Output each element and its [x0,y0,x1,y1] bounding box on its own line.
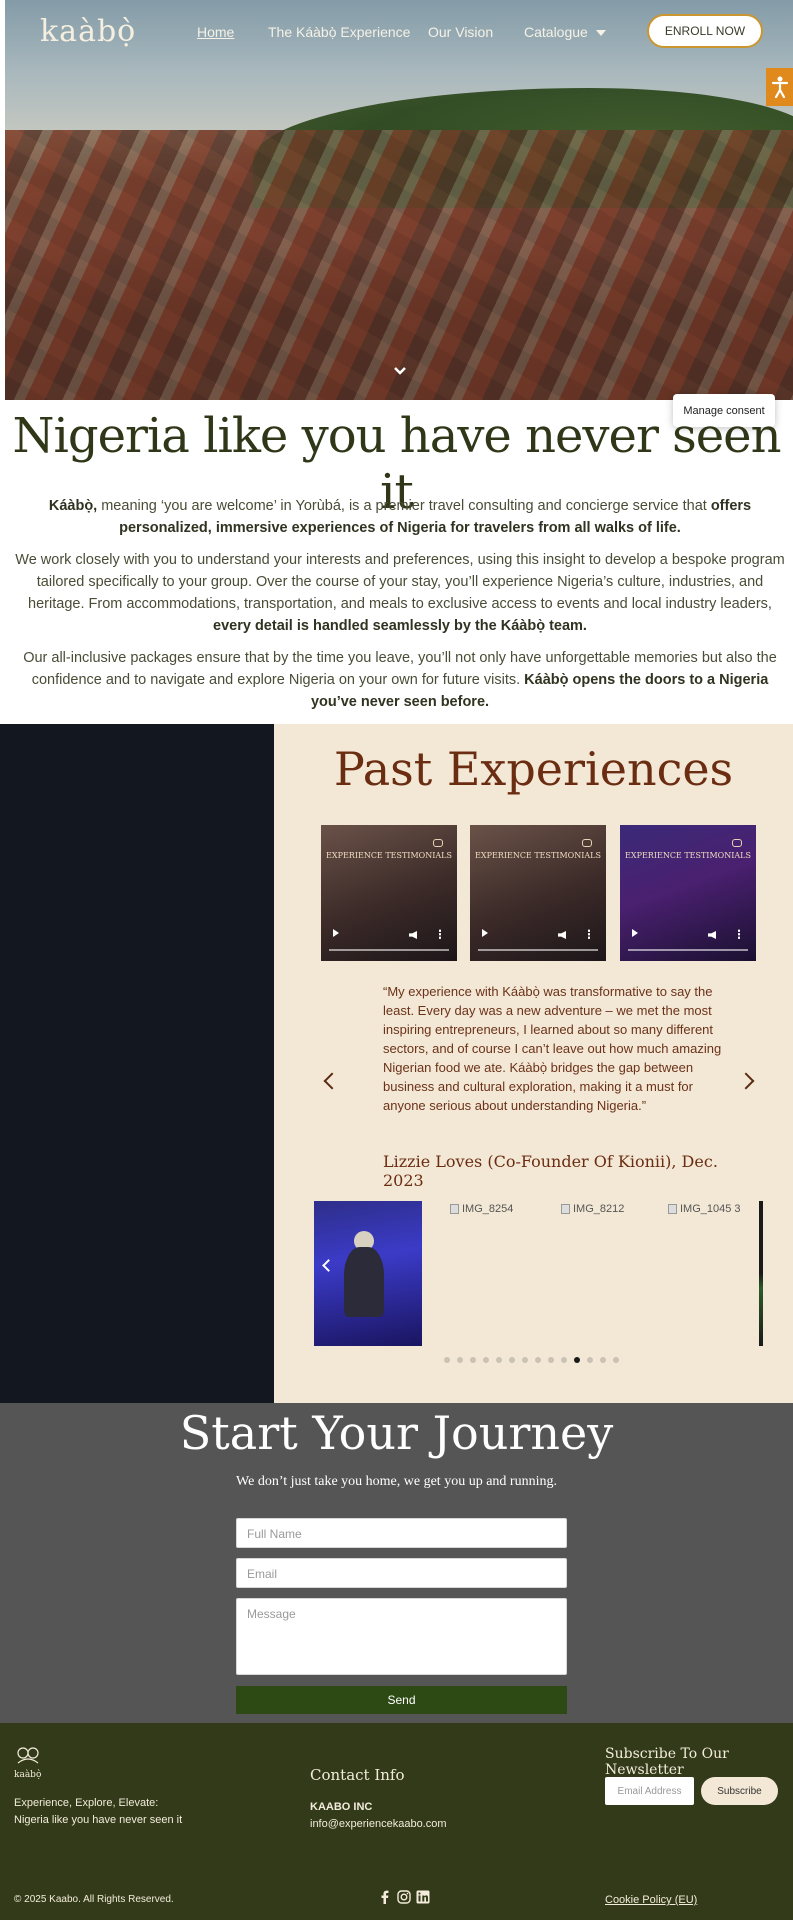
video-progress-bar[interactable] [478,949,598,951]
testimonial-video-1[interactable]: EXPERIENCE TESTIMONIALS [321,825,457,961]
accessibility-button[interactable] [766,68,793,106]
gallery-image-4[interactable]: IMG_1045 3 [668,1203,741,1215]
journey-title: Start Your Journey [179,1406,614,1460]
company-name: KAABO INC [310,1801,373,1813]
volume-icon[interactable] [708,931,716,939]
contact-info-heading: Contact Info [310,1766,405,1784]
pagination-dot[interactable] [509,1357,515,1363]
video-title: EXPERIENCE TESTIMONIALS [475,851,601,860]
dark-side-panel [0,724,274,1403]
pagination-dot[interactable] [600,1357,606,1363]
journey-subtitle: We don’t just take you home, we get you … [236,1474,557,1489]
play-icon[interactable] [632,929,638,937]
pagination-dot[interactable] [496,1357,502,1363]
intro-paragraph-2: We work closely with you to understand y… [15,552,785,634]
nav-experience[interactable]: The Káàbọ̀ Experience [268,24,410,40]
volume-icon[interactable] [558,931,566,939]
scroll-down-chevron-icon[interactable] [393,364,407,378]
gallery-image-5-edge[interactable] [759,1201,763,1346]
chevron-down-icon [595,30,606,37]
accessibility-icon [771,76,788,99]
footer-tagline: Experience, Explore, Elevate: Nigeria li… [14,1797,183,1826]
full-name-field[interactable]: Full Name [236,1518,567,1548]
video-logo-icon [732,839,742,847]
pagination-dot[interactable] [457,1357,463,1363]
more-options-icon[interactable] [738,929,740,939]
intro-paragraph-1: Káàbọ̀, meaning ‘you are welcome’ in Yor… [48,498,752,536]
social-links [378,1890,430,1904]
top-nav: kaàbọ̀ Home The Káàbọ̀ Experience Our Vi… [0,0,793,64]
footer-logo-text: kaàbọ̀ [14,1770,42,1780]
video-title: EXPERIENCE TESTIMONIALS [625,851,751,860]
video-logo-icon [582,839,592,847]
cookie-policy-link[interactable]: Cookie Policy (EU) [605,1894,697,1906]
video-title: EXPERIENCE TESTIMONIALS [326,851,452,860]
newsletter-heading: Subscribe To Our Newsletter [605,1746,729,1778]
gallery-image-2[interactable]: IMG_8254 [450,1203,513,1215]
past-experiences-title: Past Experiences [333,742,734,796]
play-icon[interactable] [333,929,339,937]
instagram-icon[interactable] [397,1890,411,1904]
site-logo[interactable]: kaàbọ̀ [40,14,136,49]
gallery-pagination-dots [444,1357,619,1363]
pagination-dot[interactable] [548,1357,554,1363]
pagination-dot[interactable] [535,1357,541,1363]
broken-image-icon [668,1204,677,1214]
testimonial-video-2[interactable]: EXPERIENCE TESTIMONIALS [470,825,606,961]
contact-email-link[interactable]: info@experiencekaabo.com [310,1818,447,1830]
intro-paragraph-3: Our all-inclusive packages ensure that b… [23,650,777,710]
email-field[interactable]: Email [236,1558,567,1588]
pagination-dot[interactable] [470,1357,476,1363]
more-options-icon[interactable] [588,929,590,939]
broken-image-icon [450,1204,459,1214]
more-options-icon[interactable] [439,929,441,939]
subscribe-button[interactable]: Subscribe [701,1777,778,1805]
testimonial-quote: “My experience with Káàbọ̀ was transform… [383,984,722,1113]
pagination-dot[interactable] [522,1357,528,1363]
copyright: © 2025 Kaabo. All Rights Reserved. [14,1894,174,1905]
newsletter-email-input[interactable]: Email Address [605,1777,694,1805]
gallery-image-performer[interactable] [314,1201,422,1346]
video-progress-bar[interactable] [329,949,449,951]
facebook-icon[interactable] [378,1890,392,1904]
video-logo-icon [433,839,443,847]
gallery-prev-chevron-icon[interactable] [322,1259,335,1272]
pagination-dot[interactable] [587,1357,593,1363]
message-field[interactable]: Message [236,1598,567,1675]
gallery-image-3[interactable]: IMG_8212 [561,1203,624,1215]
volume-icon[interactable] [409,931,417,939]
enroll-now-button[interactable]: ENROLL NOW [647,14,763,48]
testimonial-author: Lizzie Loves (Co-Founder Of Kionii), Dec… [383,1152,718,1190]
pagination-dot[interactable] [613,1357,619,1363]
broken-image-icon [561,1204,570,1214]
nav-catalogue[interactable]: Catalogue [524,24,606,40]
send-button[interactable]: Send [236,1686,567,1714]
linkedin-icon[interactable] [416,1890,430,1904]
pagination-dot[interactable] [444,1357,450,1363]
video-progress-bar[interactable] [628,949,748,951]
nav-catalogue-label: Catalogue [524,24,588,40]
testimonial-video-3[interactable]: EXPERIENCE TESTIMONIALS [620,825,756,961]
nav-home[interactable]: Home [197,24,234,40]
pagination-dot[interactable] [483,1357,489,1363]
play-icon[interactable] [482,929,488,937]
pagination-dot[interactable] [561,1357,567,1363]
pagination-dot[interactable] [574,1357,580,1363]
nav-vision[interactable]: Our Vision [428,24,493,40]
